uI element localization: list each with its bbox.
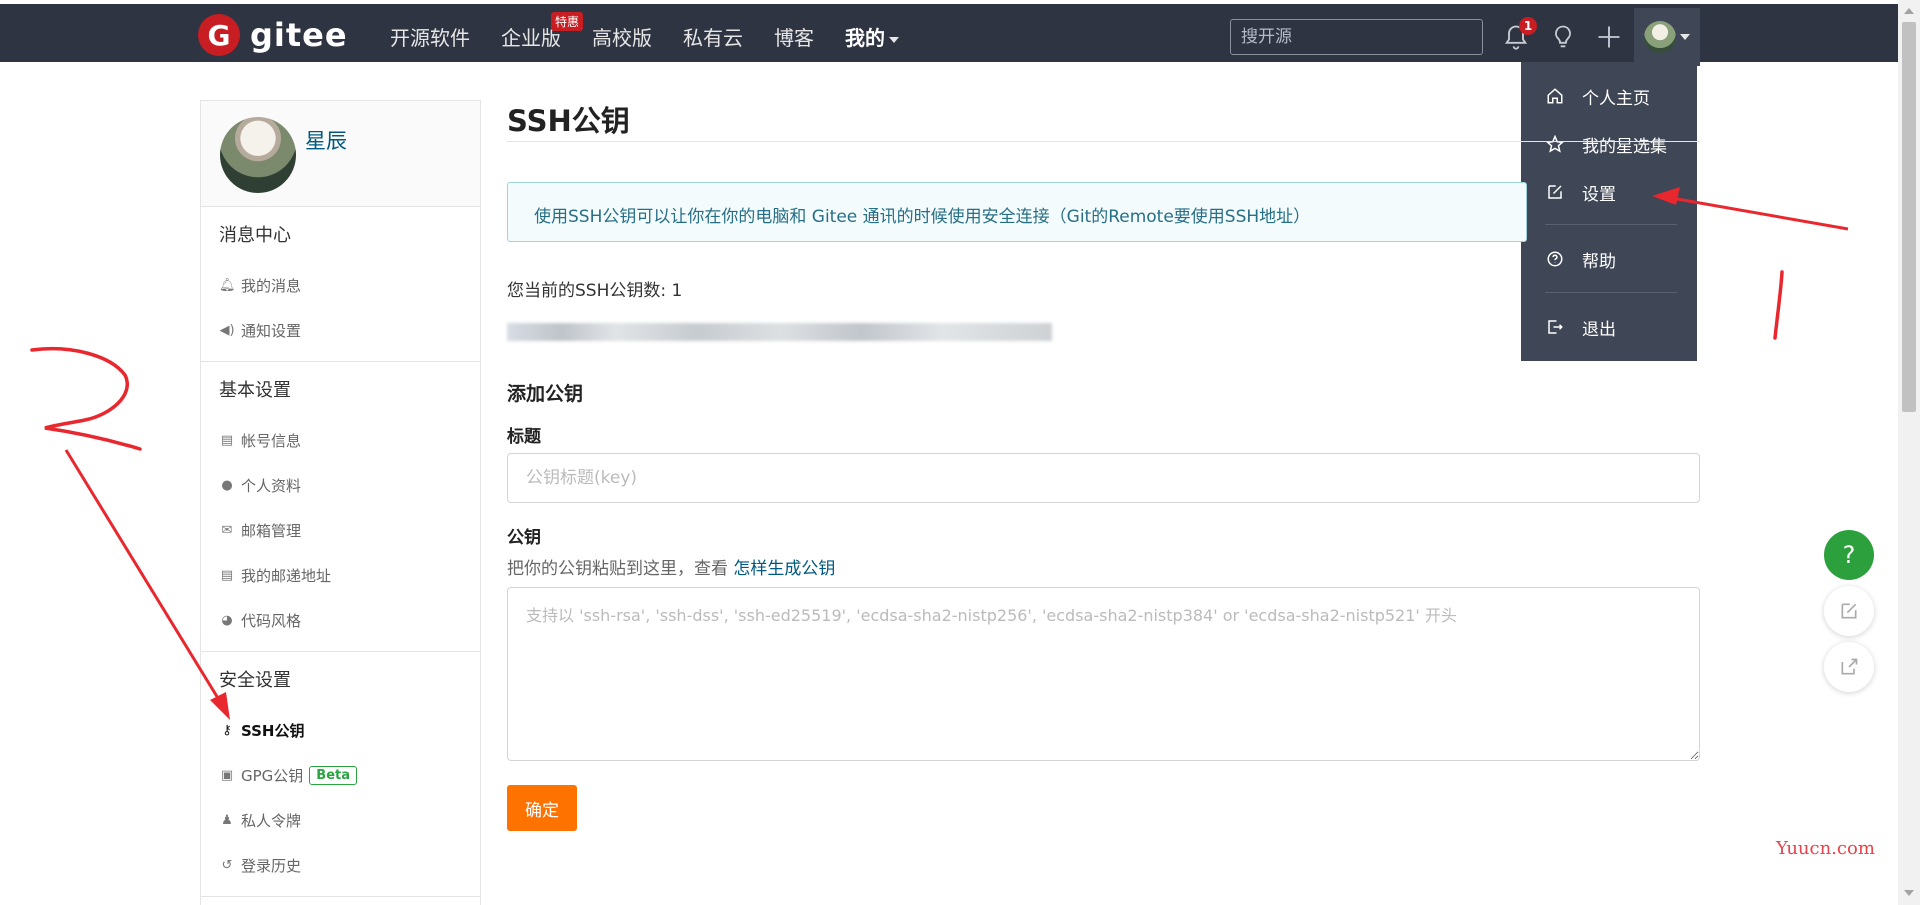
section-security: 安全设置 ⚷ SSH公钥 ▣ GPG公钥 Beta ♟ 私人令牌 ↺ 登录历史 — [201, 652, 480, 897]
title-label: 标题 — [507, 427, 541, 447]
section-title: 基本设置 — [219, 380, 291, 401]
scroll-down-arrow-icon[interactable] — [1904, 890, 1914, 896]
sidebar-item-label: 通知设置 — [241, 322, 302, 340]
nav-education[interactable]: 高校版 — [592, 22, 652, 51]
watermark: Yuucn.com — [1776, 838, 1875, 859]
bell-icon: 🔔︎ — [219, 278, 236, 293]
key-help-text: 把你的公钥粘贴到这里，查看 怎样生成公钥 — [507, 554, 1700, 579]
info-alert: 使用SSH公钥可以让你在你的电脑和 Gitee 通讯的时候使用安全连接（Git的… — [507, 182, 1527, 242]
sidebar-item-email[interactable]: ✉ 邮箱管理 — [219, 508, 480, 553]
sidebar-item-address[interactable]: ▤ 我的邮递地址 — [219, 553, 480, 598]
submit-button[interactable]: 确定 — [507, 785, 577, 831]
sidebar-item-tokens[interactable]: ♟ 私人令牌 — [219, 798, 480, 843]
sidebar-item-account[interactable]: ▤ 帐号信息 — [219, 418, 480, 463]
search-input[interactable] — [1230, 19, 1483, 55]
plus-icon[interactable] — [1595, 23, 1623, 51]
gitee-logo[interactable]: G gitee — [198, 14, 348, 56]
chevron-down-icon — [889, 36, 899, 43]
user-icon: ● — [221, 478, 233, 493]
nav-blog[interactable]: 博客 — [774, 22, 814, 51]
page-scrollbar[interactable] — [1898, 0, 1920, 905]
palette-icon: ◕ — [221, 613, 233, 628]
sidebar-item-gpg-keys[interactable]: ▣ GPG公钥 Beta — [219, 753, 480, 798]
chevron-down-icon — [1680, 34, 1690, 40]
key-label: 公钥 — [507, 528, 541, 548]
feedback-float-button[interactable] — [1824, 586, 1874, 636]
id-card-icon: ▤ — [220, 568, 234, 583]
logo-mark: G — [198, 14, 240, 56]
sidebar-item-profile[interactable]: ● 个人资料 — [219, 463, 480, 508]
section-title: 消息中心 — [219, 225, 291, 246]
sidebar-item-code-style[interactable]: ◕ 代码风格 — [219, 598, 480, 643]
history-icon: ↺ — [221, 858, 233, 873]
ssh-key-count: 您当前的SSH公钥数: 1 — [507, 281, 683, 301]
top-navbar: G gitee 开源软件 企业版 特惠 高校版 私有云 博客 我的 1 — [0, 0, 1898, 66]
speaker-icon: ◀) — [219, 323, 235, 338]
key-icon: ⚷ — [222, 723, 232, 738]
settings-sidebar: 星辰 消息中心 🔔︎ 我的消息 ◀) 通知设置 基本设置 ▤ 帐号信息 ● 个人资料 ✉… — [200, 100, 481, 905]
sidebar-item-my-messages[interactable]: 🔔︎ 我的消息 — [219, 263, 480, 308]
scroll-up-arrow-icon[interactable] — [1904, 8, 1914, 14]
how-to-generate-link[interactable]: 怎样生成公钥 — [733, 559, 835, 579]
sidebar-item-label: 个人资料 — [241, 477, 302, 495]
main-content: SSH公钥 使用SSH公钥可以让你在你的电脑和 Gitee 通讯的时候使用安全连… — [507, 90, 1700, 831]
section-title: 安全设置 — [219, 670, 291, 691]
id-card-icon: ▤ — [220, 433, 234, 448]
question-icon: ? — [1842, 541, 1856, 569]
public-key-textarea[interactable] — [507, 587, 1700, 761]
nav-open-source[interactable]: 开源软件 — [390, 22, 470, 51]
sidebar-item-ssh-keys[interactable]: ⚷ SSH公钥 — [219, 708, 480, 753]
beta-badge: Beta — [309, 766, 358, 785]
sidebar-item-login-history[interactable]: ↺ 登录历史 — [219, 843, 480, 888]
mail-icon: ✉ — [221, 523, 233, 538]
nav-enterprise[interactable]: 企业版 特惠 — [501, 12, 584, 51]
section-basic: 基本设置 ▤ 帐号信息 ● 个人资料 ✉ 邮箱管理 ▤ 我的邮递地址 ◕ 代码风格 — [201, 362, 480, 652]
nav-mine-label: 我的 — [845, 26, 885, 50]
sidebar-item-label: 私人令牌 — [241, 812, 302, 830]
add-key-heading: 添加公钥 — [507, 383, 584, 405]
lock-icon: ▣ — [220, 768, 234, 783]
username-link[interactable]: 星辰 — [305, 125, 347, 155]
sidebar-item-label: 帐号信息 — [241, 432, 302, 450]
user-secret-icon: ♟ — [221, 813, 233, 828]
sidebar-item-label: 登录历史 — [241, 857, 302, 875]
notification-count-badge: 1 — [1519, 17, 1537, 35]
profile-card: 星辰 — [201, 101, 480, 207]
edit-icon — [1841, 603, 1857, 619]
sidebar-item-label: 代码风格 — [241, 612, 302, 630]
logo-text: gitee — [250, 16, 348, 54]
sidebar-item-label: 我的消息 — [241, 277, 302, 295]
redacted-ssh-key — [507, 323, 1052, 341]
sidebar-item-label: GPG公钥 — [241, 767, 304, 785]
key-help-label: 把你的公钥粘贴到这里，查看 — [507, 559, 734, 579]
lightbulb-icon[interactable] — [1549, 23, 1577, 51]
sidebar-item-notification-settings[interactable]: ◀) 通知设置 — [219, 308, 480, 353]
sidebar-item-label: SSH公钥 — [241, 722, 305, 740]
promo-badge: 特惠 — [551, 12, 584, 31]
share-float-button[interactable] — [1824, 642, 1874, 692]
nav-private-cloud[interactable]: 私有云 — [683, 22, 743, 51]
user-menu-button[interactable] — [1634, 8, 1700, 66]
annotation-number-2 — [30, 346, 142, 451]
scroll-thumb[interactable] — [1902, 22, 1916, 412]
nav-mine[interactable]: 我的 — [845, 22, 899, 51]
page-title: SSH公钥 — [507, 90, 1700, 142]
sidebar-item-label: 邮箱管理 — [241, 522, 302, 540]
help-float-button[interactable]: ? — [1824, 530, 1874, 580]
key-title-input[interactable] — [507, 453, 1700, 503]
avatar — [1644, 21, 1676, 53]
sidebar-item-label: 我的邮递地址 — [241, 567, 332, 585]
avatar[interactable] — [220, 117, 296, 193]
annotation-number-1 — [1773, 270, 1784, 340]
share-icon — [1841, 658, 1858, 675]
main-nav: 开源软件 企业版 特惠 高校版 私有云 博客 我的 — [390, 12, 930, 51]
section-messages: 消息中心 🔔︎ 我的消息 ◀) 通知设置 — [201, 207, 480, 362]
